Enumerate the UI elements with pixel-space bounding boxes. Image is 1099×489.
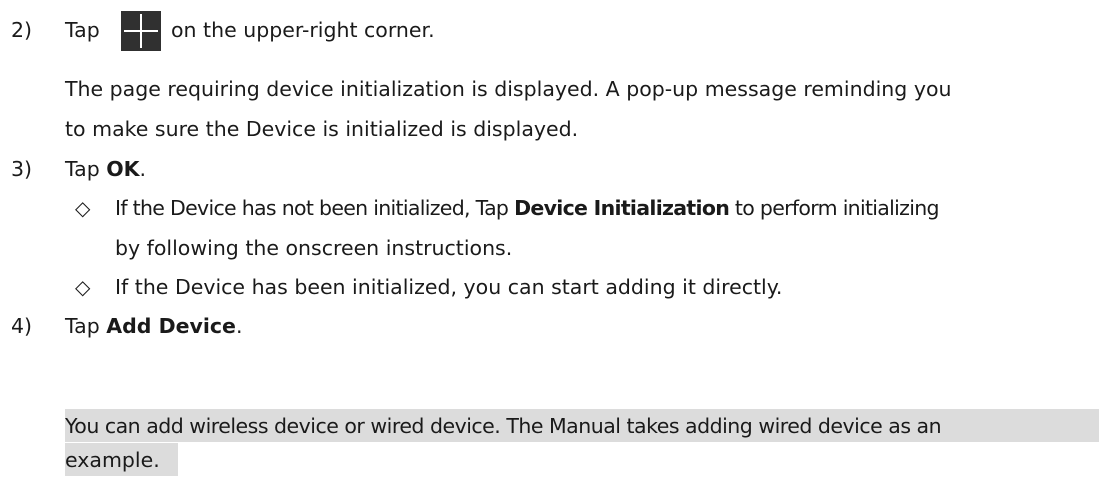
diamond-bullet-icon: ◇ (75, 275, 91, 299)
diamond-bullet-icon: ◇ (75, 196, 91, 220)
step-text-post: on the upper-right corner. (171, 18, 435, 42)
bullet-text: If the Device has not been initialized, … (115, 196, 940, 220)
note-text: You can add wireless device or wired dev… (65, 414, 942, 438)
step-number: 4) (11, 314, 33, 338)
step-text: Tap Add Device. (65, 314, 243, 338)
step-text: Tap OK. (65, 157, 147, 181)
bullet-text: If the Device has been initialized, you … (115, 275, 783, 299)
bullet-text: by following the onscreen instructions. (115, 236, 513, 260)
step-description: The page requiring device initialization… (65, 77, 952, 101)
step-number: 3) (11, 157, 33, 181)
note-text: example. (65, 448, 160, 472)
add-plus-icon (121, 11, 161, 51)
step-text-pre: Tap (65, 18, 100, 42)
step-description: to make sure the Device is initialized i… (65, 117, 579, 141)
step-number: 2) (11, 18, 33, 42)
